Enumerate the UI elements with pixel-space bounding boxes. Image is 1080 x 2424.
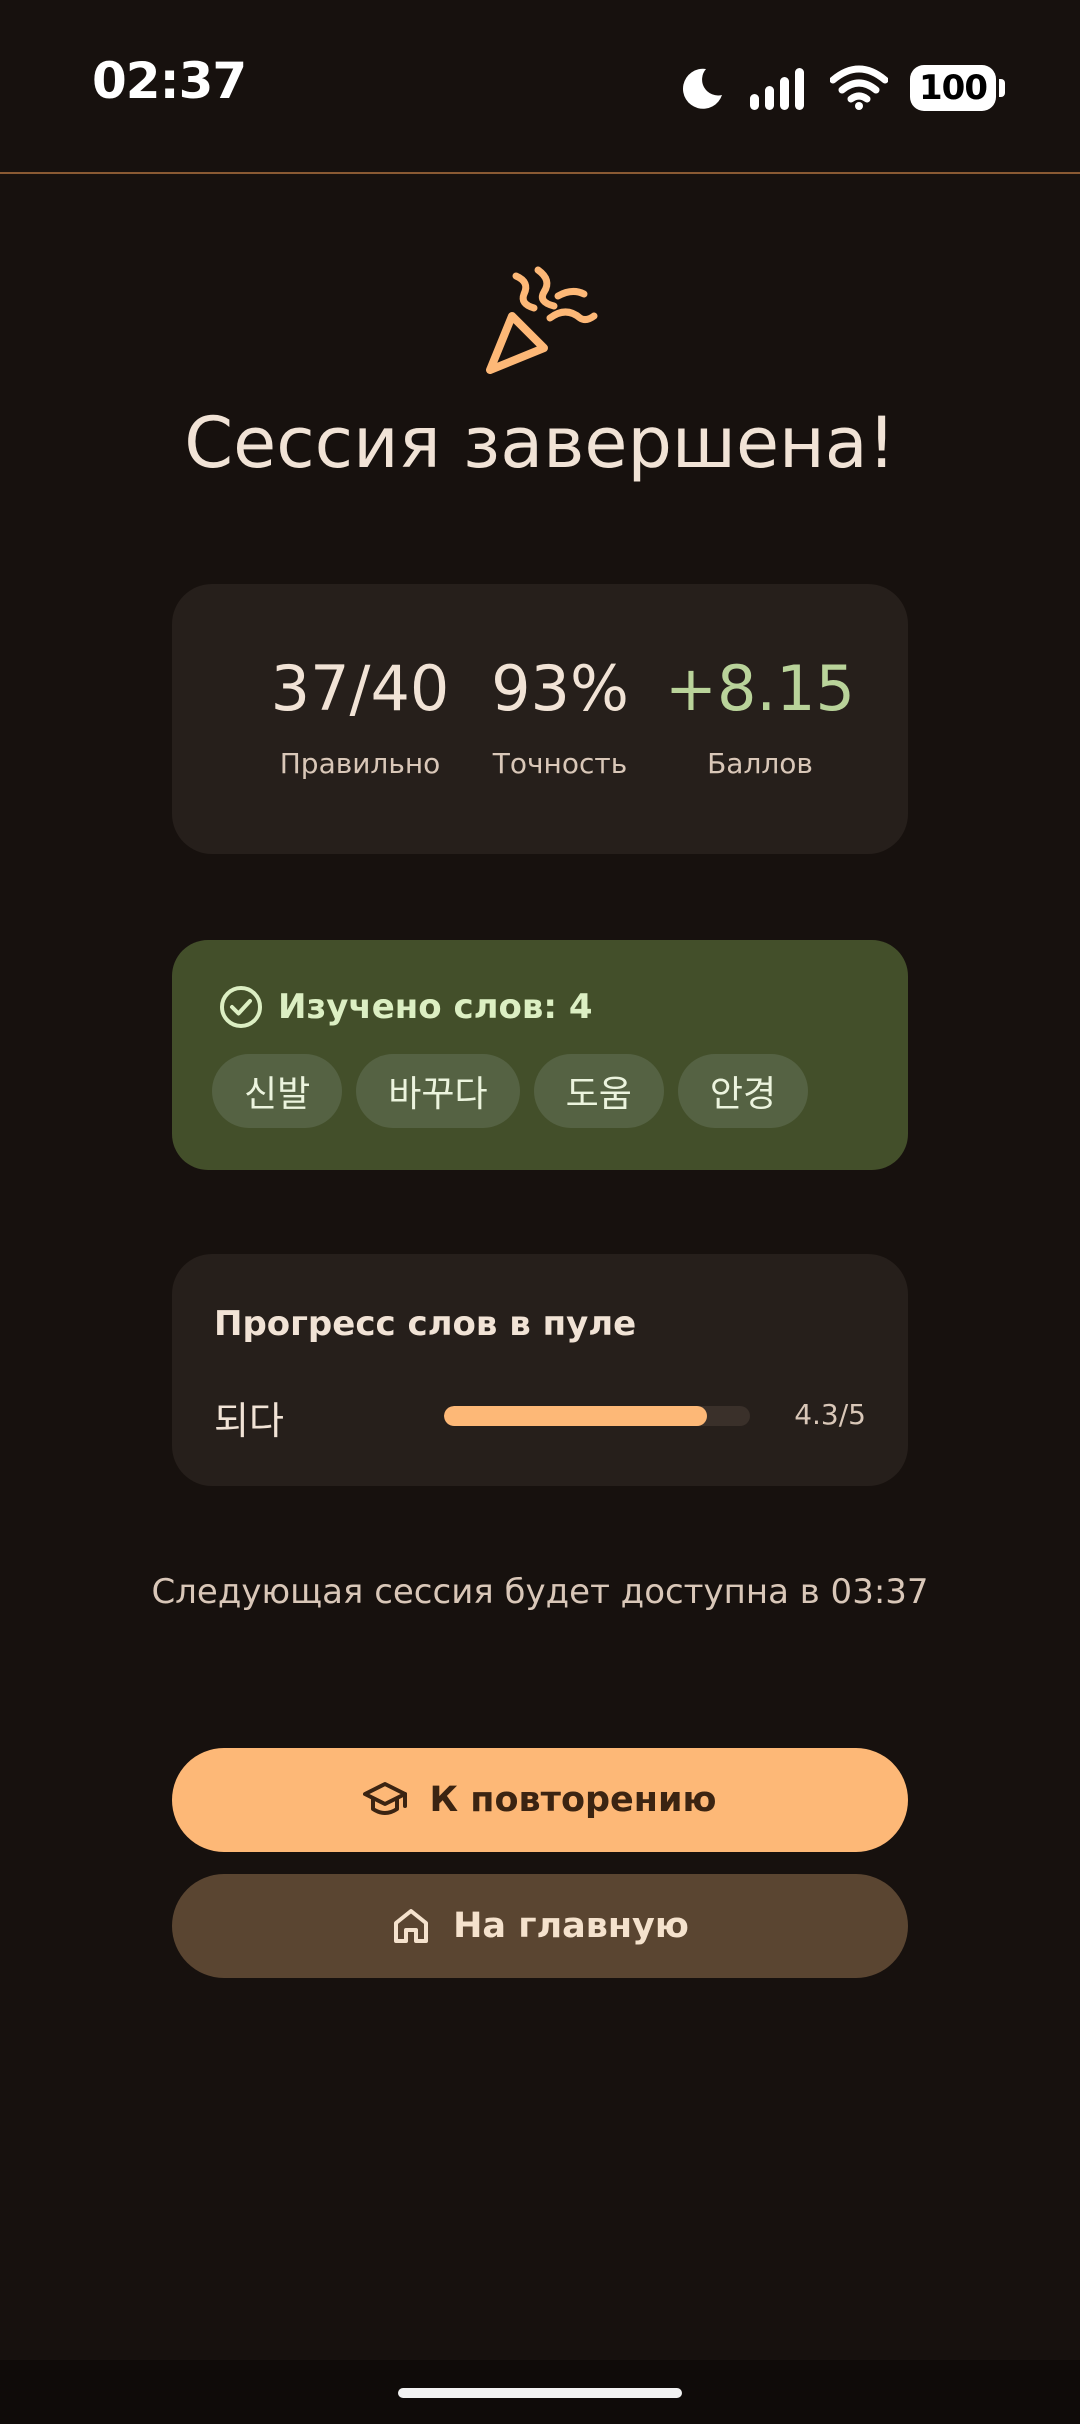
wifi-icon	[830, 65, 888, 110]
review-button[interactable]: К повторению	[172, 1748, 908, 1852]
progress-bar-fill	[444, 1406, 708, 1426]
status-time: 02:37	[92, 52, 247, 110]
stat-points-value: +8.15	[665, 652, 855, 725]
stat-accuracy-value: 93%	[491, 652, 629, 725]
word-chip[interactable]: 도움	[533, 1054, 664, 1128]
stats-card: 37/40 Правильно 93% Точность +8.15 Балло…	[172, 584, 908, 854]
battery-level: 100	[919, 68, 988, 108]
battery-icon: 100	[910, 65, 1005, 111]
check-circle-icon	[220, 986, 262, 1028]
review-button-label: К повторению	[429, 1780, 717, 1820]
stat-correct-label: Правильно	[279, 747, 441, 780]
page-title: Сессия завершена!	[184, 402, 896, 484]
word-chip[interactable]: 안경	[677, 1054, 809, 1128]
learned-words-card: Изучено слов: 4 신발 바꾸다 도움 안경	[172, 940, 908, 1170]
stat-accuracy-label: Точность	[492, 747, 628, 780]
home-icon	[394, 1909, 429, 1943]
learned-title: Изучено слов: 4	[278, 987, 593, 1027]
status-bar: 02:37 100	[0, 0, 1080, 172]
progress-bar	[444, 1406, 750, 1426]
status-icons: 100	[680, 60, 1005, 116]
progress-value: 4.3/5	[794, 1398, 866, 1431]
graduation-cap-icon	[363, 1782, 408, 1815]
progress-word: 되다	[214, 1399, 284, 1443]
party-popper-icon	[486, 266, 598, 374]
home-gesture-handle[interactable]	[398, 2388, 682, 2398]
word-chip[interactable]: 바꾸다	[356, 1054, 520, 1128]
progress-title: Прогресс слов в пуле	[214, 1304, 637, 1344]
moon-icon	[682, 68, 722, 109]
learned-header: Изучено слов: 4	[218, 984, 592, 1030]
signal-icon	[750, 68, 804, 110]
stat-correct: 37/40 Правильно	[260, 652, 460, 780]
word-chip[interactable]: 신발	[212, 1054, 343, 1128]
home-button[interactable]: На главную	[172, 1874, 908, 1978]
word-progress-card: Прогресс слов в пуле 되다 4.3/5	[172, 1254, 908, 1486]
stat-points-label: Баллов	[707, 747, 813, 780]
home-button-label: На главную	[453, 1906, 689, 1946]
stat-points: +8.15 Баллов	[650, 652, 870, 780]
next-session-text: Следующая сессия будет доступна в 03:37	[151, 1572, 929, 1612]
header-divider	[0, 172, 1080, 174]
stat-accuracy: 93% Точность	[460, 652, 660, 780]
stat-correct-value: 37/40	[270, 652, 450, 725]
learned-word-chips: 신발 바꾸다 도움 안경	[212, 1054, 809, 1128]
